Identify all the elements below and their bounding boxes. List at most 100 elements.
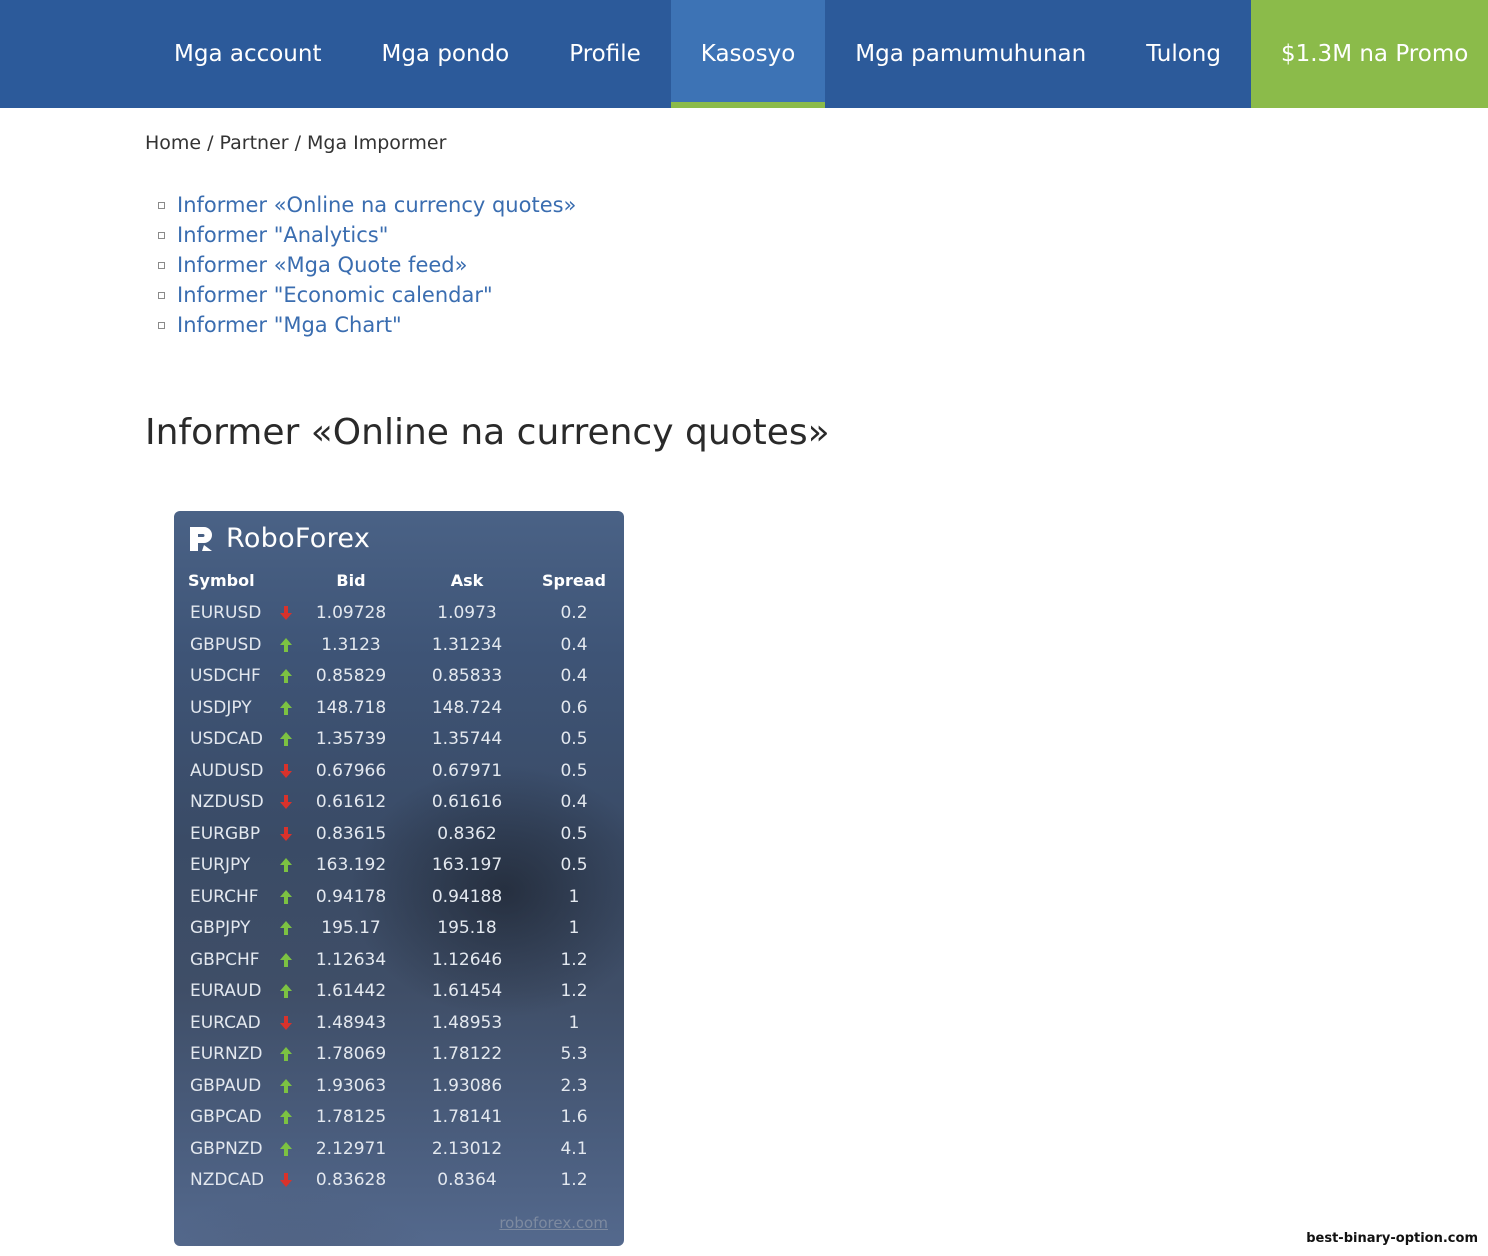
quote-bid: 1.12634 xyxy=(315,949,387,970)
nav-menu: Mga account Mga pondo Profile Kasosyo Mg… xyxy=(144,0,1488,108)
table-row: USDCAD 1.35739 1.35744 0.5 xyxy=(174,723,624,755)
informer-link-chart[interactable]: Informer "Mga Chart" xyxy=(177,313,402,337)
widget-footer-link[interactable]: roboforex.com xyxy=(499,1214,608,1232)
quote-ask: 0.8364 xyxy=(437,1170,497,1190)
nav-item-help[interactable]: Tulong xyxy=(1116,0,1251,108)
informer-link-quotes[interactable]: Informer «Online na currency quotes» xyxy=(177,193,576,217)
table-row: GBPNZD 2.12971 2.13012 4.1 xyxy=(174,1133,624,1165)
quote-ask: 1.48953 xyxy=(431,1012,503,1033)
quote-symbol: GBPJPY xyxy=(190,918,251,938)
roboforex-logo-icon xyxy=(190,526,212,551)
arrow-up-icon xyxy=(278,1078,294,1094)
table-row: USDCHF 0.85829 0.85833 0.4 xyxy=(174,660,624,692)
quote-ask: 148.724 xyxy=(431,697,503,718)
quote-symbol: GBPNZD xyxy=(190,1138,263,1159)
quote-spread: 1.2 xyxy=(560,1170,588,1190)
quote-symbol: AUDUSD xyxy=(190,760,264,781)
quotes-table-body: EURUSD 1.09728 1.0973 0.2 GBPUSD 1.3123 1.3123… xyxy=(174,597,624,1196)
table-row: EURJPY 163.192 163.197 0.5 xyxy=(174,849,624,881)
list-item: Informer «Mga Quote feed» xyxy=(158,250,576,280)
breadcrumb-partner[interactable]: Partner xyxy=(220,132,289,154)
table-row: NZDCAD 0.83628 0.8364 1.2 xyxy=(174,1164,624,1196)
widget-brand: RoboForex xyxy=(226,523,371,554)
arrow-up-icon xyxy=(278,1109,294,1125)
column-header-spread: Spread xyxy=(542,571,606,590)
nav-item-funds[interactable]: Mga pondo xyxy=(351,0,539,108)
quote-spread: 1.6 xyxy=(560,1107,588,1127)
arrow-up-icon xyxy=(278,1141,294,1157)
quote-symbol: USDCHF xyxy=(190,666,261,686)
table-row: EURGBP 0.83615 0.8362 0.5 xyxy=(174,818,624,850)
breadcrumb: Home / Partner / Mga Impormer xyxy=(145,132,446,154)
column-header-bid: Bid xyxy=(336,571,366,590)
quote-ask: 1.78122 xyxy=(431,1044,503,1064)
quote-bid: 0.67966 xyxy=(315,760,387,781)
table-row: GBPJPY 195.17 195.18 1 xyxy=(174,912,624,944)
quote-bid: 1.61442 xyxy=(315,981,387,1001)
quote-symbol: NZDCAD xyxy=(190,1170,265,1190)
informer-link-analytics[interactable]: Informer "Analytics" xyxy=(177,223,388,247)
page-title: Informer «Online na currency quotes» xyxy=(145,412,830,453)
table-row: USDJPY 148.718 148.724 0.6 xyxy=(174,692,624,724)
square-bullet-icon xyxy=(158,261,165,269)
arrow-up-icon xyxy=(278,857,294,873)
quote-bid: 0.85829 xyxy=(315,666,387,686)
informer-link-list: Informer «Online na currency quotes» Inf… xyxy=(158,190,576,340)
quote-symbol: GBPCAD xyxy=(190,1107,262,1127)
quote-symbol: EURCHF xyxy=(190,886,259,907)
nav-item-promo[interactable]: $1.3M na Promo xyxy=(1250,0,1488,108)
quote-symbol: GBPUSD xyxy=(190,634,262,655)
square-bullet-icon xyxy=(158,291,165,299)
table-row: GBPCHF 1.12634 1.12646 1.2 xyxy=(174,944,624,976)
column-header-symbol: Symbol xyxy=(188,571,255,590)
quote-spread: 0.5 xyxy=(560,823,588,844)
quote-bid: 0.94178 xyxy=(315,886,387,907)
quote-symbol: EURGBP xyxy=(190,823,261,844)
quote-spread: 0.2 xyxy=(560,603,588,623)
widget-logo: RoboForex xyxy=(188,523,370,554)
informer-link-calendar[interactable]: Informer "Economic calendar" xyxy=(177,283,493,307)
quote-spread: 4.1 xyxy=(560,1138,588,1159)
quote-spread: 0.5 xyxy=(560,729,588,749)
table-row: AUDUSD 0.67966 0.67971 0.5 xyxy=(174,755,624,787)
quote-ask: 2.13012 xyxy=(431,1138,503,1159)
list-item: Informer "Mga Chart" xyxy=(158,310,576,340)
breadcrumb-home[interactable]: Home xyxy=(145,132,201,154)
quote-ask: 1.0973 xyxy=(437,603,497,623)
arrow-up-icon xyxy=(278,668,294,684)
quote-bid: 1.93063 xyxy=(315,1075,387,1096)
breadcrumb-current: Mga Impormer xyxy=(306,132,447,154)
nav-item-accounts[interactable]: Mga account xyxy=(144,0,351,108)
informer-link-quote-feed[interactable]: Informer «Mga Quote feed» xyxy=(177,253,467,277)
arrow-down-icon xyxy=(278,826,294,842)
quote-bid: 2.12971 xyxy=(315,1138,387,1159)
arrow-up-icon xyxy=(278,952,294,968)
arrow-up-icon xyxy=(278,920,294,936)
quote-bid: 0.83615 xyxy=(315,823,387,844)
quote-spread: 1 xyxy=(568,918,580,938)
quote-bid: 163.192 xyxy=(315,855,387,875)
quote-ask: 0.67971 xyxy=(431,760,503,781)
breadcrumb-separator: / xyxy=(294,132,301,154)
quote-ask: 0.8362 xyxy=(437,823,497,844)
quote-bid: 1.3123 xyxy=(321,634,381,655)
nav-item-partner[interactable]: Kasosyo xyxy=(670,0,826,108)
quote-ask: 1.12646 xyxy=(431,949,503,970)
table-row: GBPUSD 1.3123 1.31234 0.4 xyxy=(174,629,624,661)
breadcrumb-separator: / xyxy=(207,132,214,154)
nav-item-investments[interactable]: Mga pamumuhunan xyxy=(825,0,1116,108)
quote-bid: 195.17 xyxy=(321,918,381,938)
quote-spread: 0.5 xyxy=(560,855,588,875)
quote-spread: 0.4 xyxy=(560,792,588,812)
quote-symbol: EURAUD xyxy=(190,981,262,1001)
table-row: EURUSD 1.09728 1.0973 0.2 xyxy=(174,597,624,629)
arrow-up-icon xyxy=(278,983,294,999)
quote-ask: 163.197 xyxy=(431,855,503,875)
quote-ask: 1.31234 xyxy=(431,634,503,655)
nav-item-profile[interactable]: Profile xyxy=(539,0,671,108)
quote-ask: 0.61616 xyxy=(431,792,503,812)
square-bullet-icon xyxy=(158,321,165,329)
quote-spread: 0.4 xyxy=(560,634,588,655)
quote-spread: 0.6 xyxy=(560,697,588,718)
table-row: NZDUSD 0.61612 0.61616 0.4 xyxy=(174,786,624,818)
